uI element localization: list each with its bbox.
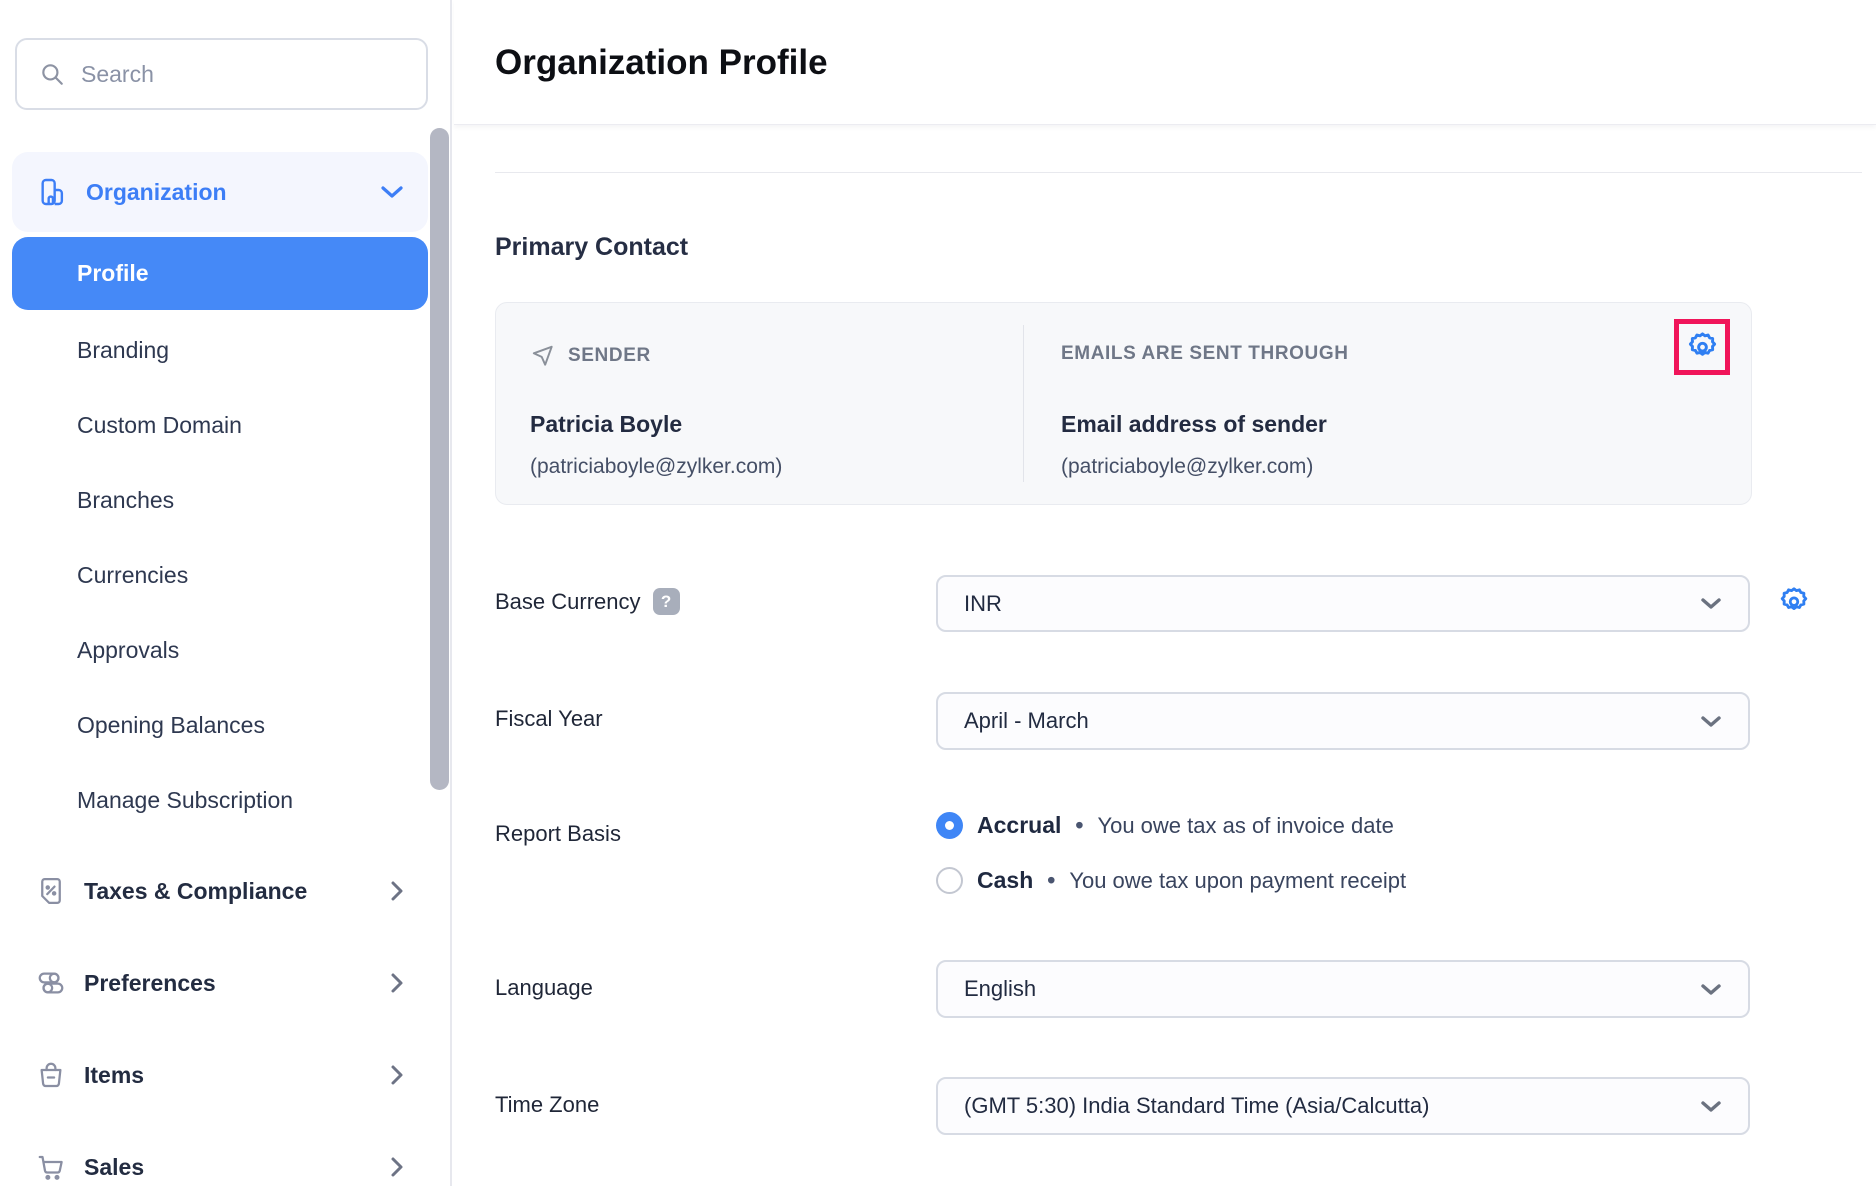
toggles-icon — [36, 968, 66, 998]
sidebar-item-opening-balances[interactable]: Opening Balances — [12, 688, 428, 763]
cash-description: You owe tax upon payment receipt — [1069, 868, 1406, 894]
chevron-right-icon — [390, 880, 404, 902]
currency-settings-gear-icon[interactable] — [1772, 580, 1816, 624]
email-settings-highlight-box — [1674, 319, 1730, 375]
sidebar-item-sales[interactable]: Sales — [12, 1121, 428, 1186]
base-currency-select[interactable]: INR — [936, 575, 1750, 632]
chevron-right-icon — [390, 1156, 404, 1178]
report-basis-accrual-option[interactable]: Accrual • You owe tax as of invoice date — [936, 812, 1394, 839]
primary-contact-heading: Primary Contact — [495, 233, 688, 262]
sidebar-item-manage-subscription[interactable]: Manage Subscription — [12, 763, 428, 838]
sidebar-item-approvals[interactable]: Approvals — [12, 613, 428, 688]
emails-sent-through-name: Email address of sender — [1061, 411, 1327, 438]
search-icon — [39, 61, 65, 87]
sidebar-item-label: Preferences — [84, 970, 372, 997]
radio-unselected-icon[interactable] — [936, 867, 963, 894]
paper-plane-icon — [530, 343, 556, 369]
time-zone-value: (GMT 5:30) India Standard Time (Asia/Cal… — [964, 1093, 1429, 1119]
building-icon — [36, 176, 68, 208]
report-basis-cash-option[interactable]: Cash • You owe tax upon payment receipt — [936, 867, 1406, 894]
language-label: Language — [495, 975, 593, 1001]
language-select[interactable]: English — [936, 960, 1750, 1018]
search-placeholder: Search — [81, 61, 154, 88]
sidebar-item-label: Taxes & Compliance — [84, 878, 372, 905]
sidebar-item-label: Sales — [84, 1154, 372, 1181]
organization-submenu: Branding Custom Domain Branches Currenci… — [12, 313, 428, 838]
shopping-cart-icon — [36, 1152, 66, 1182]
emails-sent-through-email: (patriciaboyle@zylker.com) — [1061, 455, 1313, 479]
sidebar-item-currencies[interactable]: Currencies — [12, 538, 428, 613]
fiscal-year-select[interactable]: April - March — [936, 692, 1750, 750]
sidebar-item-branches[interactable]: Branches — [12, 463, 428, 538]
sidebar-scrollbar[interactable] — [430, 128, 449, 790]
bullet-separator: • — [1075, 812, 1083, 839]
bullet-separator: • — [1047, 867, 1055, 894]
fiscal-year-value: April - March — [964, 708, 1089, 734]
sidebar-item-label: Profile — [77, 260, 149, 287]
sidebar-item-custom-domain[interactable]: Custom Domain — [12, 388, 428, 463]
sidebar-item-profile-active[interactable]: Profile — [12, 237, 428, 310]
sender-name: Patricia Boyle — [530, 411, 682, 438]
sidebar-item-items[interactable]: Items — [12, 1029, 428, 1121]
sidebar-item-preferences[interactable]: Preferences — [12, 937, 428, 1029]
emails-sent-through-label: EMAILS ARE SENT THROUGH — [1061, 343, 1349, 365]
chevron-down-icon — [1700, 597, 1722, 610]
help-icon[interactable]: ? — [653, 588, 680, 615]
base-currency-value: INR — [964, 591, 1002, 617]
primary-contact-card: SENDER Patricia Boyle (patriciaboyle@zyl… — [495, 302, 1752, 505]
chevron-down-icon — [1700, 983, 1722, 996]
content-divider — [495, 172, 1862, 173]
cash-label: Cash — [977, 867, 1033, 894]
sidebar-item-label: Organization — [86, 179, 227, 206]
document-percent-icon — [36, 876, 66, 906]
sender-label: SENDER — [530, 343, 651, 369]
accrual-label: Accrual — [977, 812, 1061, 839]
sidebar-groups: Taxes & Compliance Preferences — [12, 845, 428, 1186]
settings-page: Search Organization Profile Brandi — [0, 0, 1876, 1186]
base-currency-label: Base Currency ? — [495, 588, 680, 615]
language-value: English — [964, 976, 1036, 1002]
sidebar-item-organization[interactable]: Organization — [12, 152, 428, 232]
sidebar-item-taxes-compliance[interactable]: Taxes & Compliance — [12, 845, 428, 937]
chevron-right-icon — [390, 1064, 404, 1086]
shopping-bag-icon — [36, 1060, 66, 1090]
chevron-down-icon — [1700, 1100, 1722, 1113]
time-zone-label: Time Zone — [495, 1092, 599, 1118]
gear-icon[interactable] — [1680, 325, 1724, 369]
search-input[interactable]: Search — [15, 38, 428, 110]
page-title: Organization Profile — [495, 0, 828, 125]
card-divider — [1023, 325, 1024, 482]
chevron-right-icon — [390, 972, 404, 994]
time-zone-select[interactable]: (GMT 5:30) India Standard Time (Asia/Cal… — [936, 1077, 1750, 1135]
accrual-description: You owe tax as of invoice date — [1097, 813, 1393, 839]
chevron-down-icon — [1700, 715, 1722, 728]
radio-selected-icon[interactable] — [936, 812, 963, 839]
report-basis-label: Report Basis — [495, 821, 621, 847]
sender-email: (patriciaboyle@zylker.com) — [530, 455, 782, 479]
sidebar-item-branding[interactable]: Branding — [12, 313, 428, 388]
fiscal-year-label: Fiscal Year — [495, 706, 603, 732]
sidebar-item-label: Items — [84, 1062, 372, 1089]
page-header: Organization Profile — [454, 0, 1876, 125]
chevron-down-icon — [380, 185, 404, 199]
settings-sidebar: Search Organization Profile Brandi — [0, 0, 452, 1186]
main-content: Organization Profile Primary Contact SEN… — [454, 0, 1876, 1186]
